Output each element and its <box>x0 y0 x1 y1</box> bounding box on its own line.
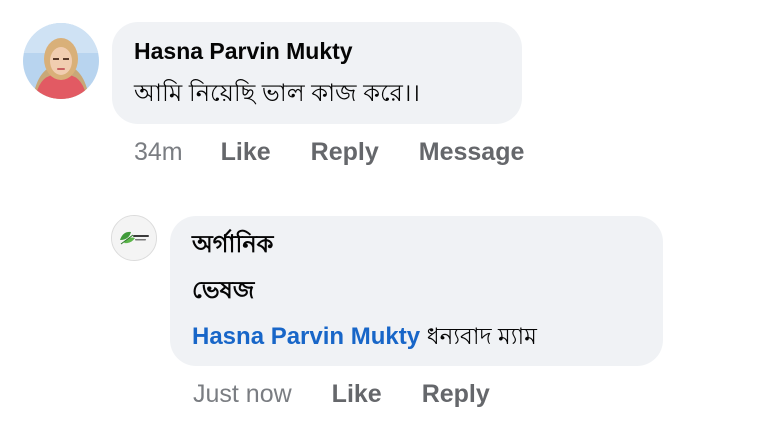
message-button[interactable]: Message <box>419 138 525 167</box>
reply-timestamp[interactable]: Just now <box>193 380 292 409</box>
reply-author-line-2[interactable]: ভেষজ <box>192 278 254 304</box>
comment-thread: Hasna Parvin Mukty আমি নিয়েছি ভাল কাজ ক… <box>0 0 768 430</box>
comment-text: আমি নিয়েছি ভাল কাজ করে।। <box>134 80 420 107</box>
reply-reply-button[interactable]: Reply <box>422 380 490 409</box>
reply-button[interactable]: Reply <box>311 138 379 167</box>
comment-timestamp[interactable]: 34m <box>134 138 183 167</box>
reply-author-line-1[interactable]: অর্গানিক <box>192 232 273 258</box>
reply-actions: Just now Like Reply <box>193 380 490 409</box>
commenter-photo <box>23 23 99 99</box>
comment-author[interactable]: Hasna Parvin Mukty <box>134 38 353 65</box>
commenter-avatar[interactable] <box>23 23 99 99</box>
page-avatar[interactable] <box>111 215 157 261</box>
reply-body: Hasna Parvin Mukty ধন্যবাদ ম্যাম <box>192 318 537 357</box>
reply-like-button[interactable]: Like <box>332 380 382 409</box>
leaf-logo-icon <box>112 216 156 260</box>
mention-link[interactable]: Hasna Parvin Mukty <box>192 323 420 350</box>
comment-actions: 34m Like Reply Message <box>134 138 524 167</box>
reply-text: ধন্যবাদ ম্যাম <box>426 323 537 349</box>
like-button[interactable]: Like <box>221 138 271 167</box>
